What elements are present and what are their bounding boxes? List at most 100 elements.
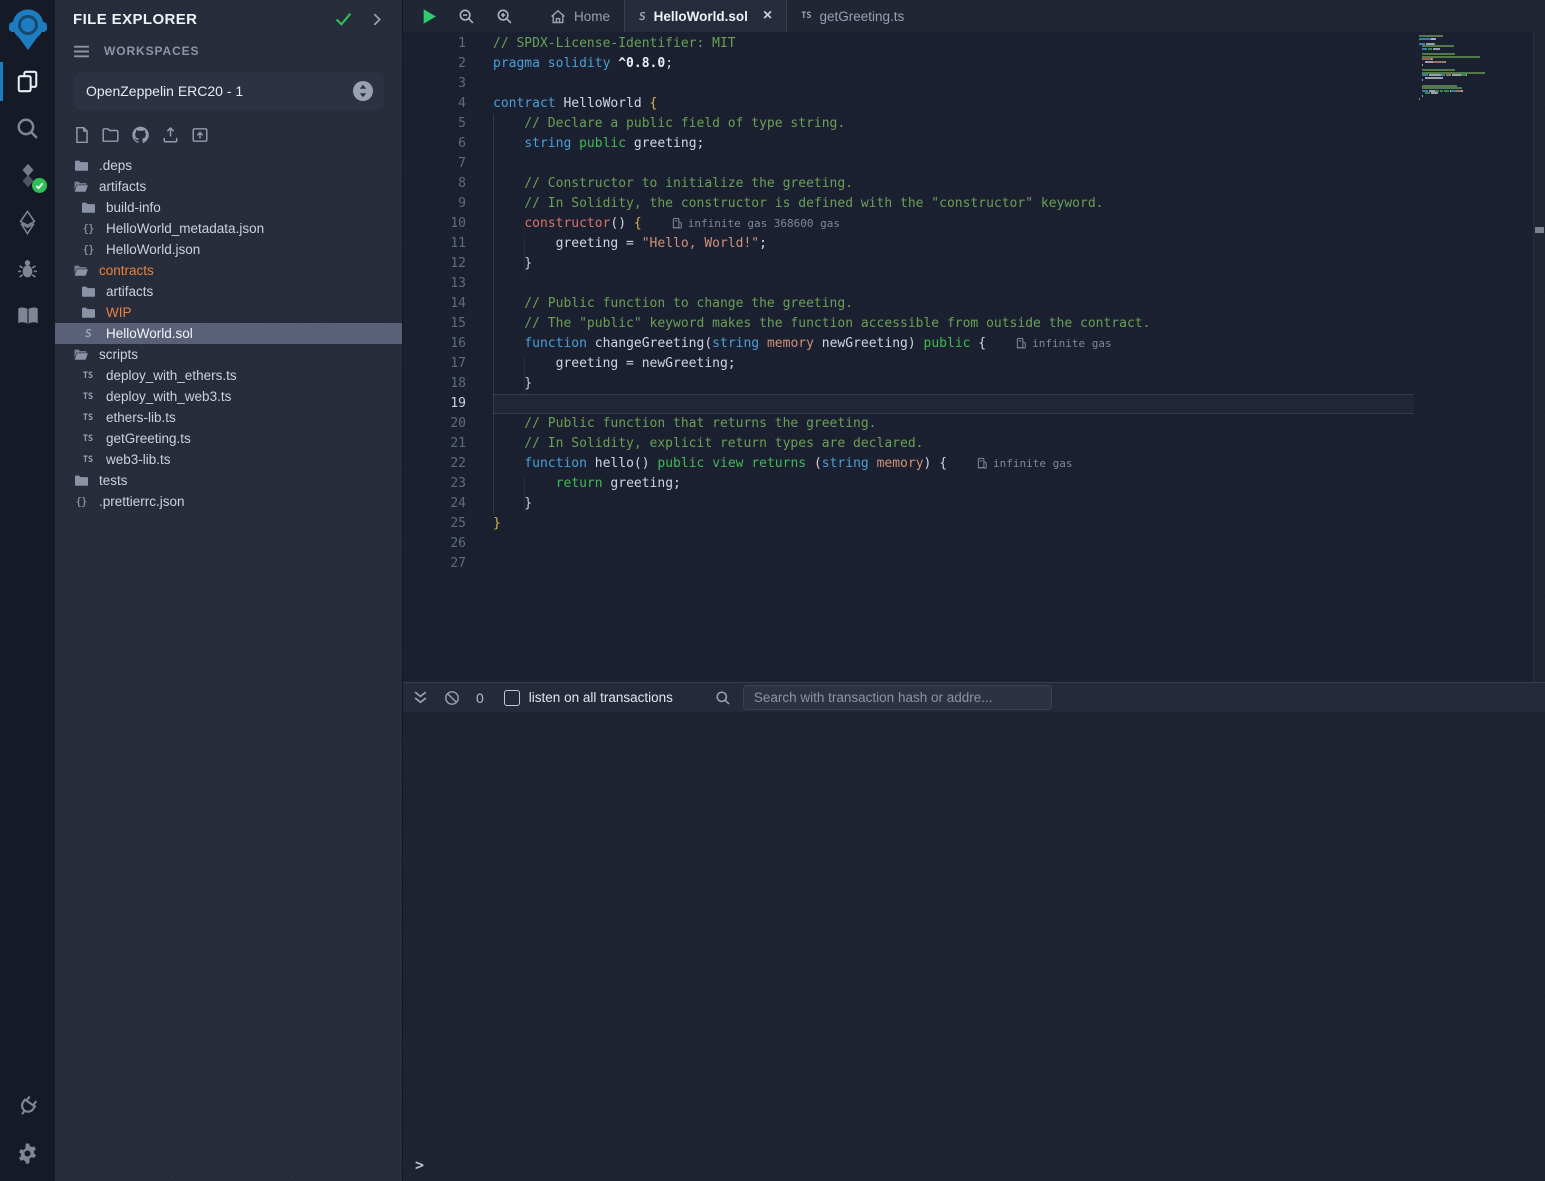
terminal-output[interactable]: > <box>403 712 1545 1181</box>
new-file-icon[interactable] <box>73 126 91 144</box>
tab-getGreeting.ts[interactable]: TSgetGreeting.ts <box>787 0 918 32</box>
line-number[interactable]: 26 <box>403 534 493 554</box>
tree-item-tests[interactable]: tests <box>55 470 402 491</box>
line-number[interactable]: 2 <box>403 54 493 74</box>
tree-item-.deps[interactable]: .deps <box>55 155 402 176</box>
code-line-27[interactable]: 27 <box>403 554 1414 574</box>
tree-item-HelloWorld_metadata.json[interactable]: {}HelloWorld_metadata.json <box>55 218 402 239</box>
github-icon[interactable] <box>130 125 151 145</box>
code-editor[interactable]: 1// SPDX-License-Identifier: MIT2pragma … <box>403 32 1545 682</box>
tree-item-deploy_with_web3.ts[interactable]: TSdeploy_with_web3.ts <box>55 386 402 407</box>
tab-Home[interactable]: Home <box>536 0 624 32</box>
zoom-in-icon[interactable] <box>496 8 513 25</box>
code-line-25[interactable]: 25} <box>403 514 1414 534</box>
tab-HelloWorld.sol[interactable]: SHelloWorld.sol× <box>624 0 787 32</box>
tree-item-artifacts[interactable]: artifacts <box>55 176 402 197</box>
line-number[interactable]: 7 <box>403 154 493 174</box>
code-line-8[interactable]: 8 // Constructor to initialize the greet… <box>403 174 1414 194</box>
search-transactions-input[interactable] <box>743 685 1052 710</box>
code-line-6[interactable]: 6 string public greeting; <box>403 134 1414 154</box>
minimap[interactable] <box>1414 32 1533 682</box>
tree-item-deploy_with_ethers.ts[interactable]: TSdeploy_with_ethers.ts <box>55 365 402 386</box>
code-line-4[interactable]: 4contract HelloWorld { <box>403 94 1414 114</box>
tree-item-ethers-lib.ts[interactable]: TSethers-lib.ts <box>55 407 402 428</box>
line-number[interactable]: 16 <box>403 334 493 354</box>
plugin-manager-button[interactable] <box>0 1083 55 1130</box>
tree-item-.prettierrc.json[interactable]: {}.prettierrc.json <box>55 491 402 512</box>
line-number[interactable]: 21 <box>403 434 493 454</box>
line-number[interactable]: 12 <box>403 254 493 274</box>
tree-item-contracts[interactable]: contracts <box>55 260 402 281</box>
editor-scrollbar[interactable] <box>1533 32 1545 682</box>
search-button[interactable] <box>0 105 55 152</box>
code-line-16[interactable]: 16 function changeGreeting(string memory… <box>403 334 1414 354</box>
close-tab-icon[interactable]: × <box>763 8 772 24</box>
code-line-13[interactable]: 13 <box>403 274 1414 294</box>
scrollbar-thumb[interactable] <box>1535 227 1544 233</box>
tree-item-HelloWorld.sol[interactable]: SHelloWorld.sol <box>55 323 402 344</box>
code-line-23[interactable]: 23 return greeting; <box>403 474 1414 494</box>
code-line-20[interactable]: 20 // Public function that returns the g… <box>403 414 1414 434</box>
line-number[interactable]: 25 <box>403 514 493 534</box>
debugger-button[interactable] <box>0 246 55 293</box>
line-number[interactable]: 18 <box>403 374 493 394</box>
code-line-21[interactable]: 21 // In Solidity, explicit return types… <box>403 434 1414 454</box>
line-number[interactable]: 6 <box>403 134 493 154</box>
line-number[interactable]: 20 <box>403 414 493 434</box>
tree-item-getGreeting.ts[interactable]: TSgetGreeting.ts <box>55 428 402 449</box>
new-folder-icon[interactable] <box>100 126 121 144</box>
code-line-7[interactable]: 7 <box>403 154 1414 174</box>
code-line-22[interactable]: 22 function hello() public view returns … <box>403 454 1414 474</box>
zoom-out-icon[interactable] <box>458 8 475 25</box>
clear-console-icon[interactable] <box>444 690 460 706</box>
line-number[interactable]: 15 <box>403 314 493 334</box>
deploy-and-run-button[interactable] <box>0 199 55 246</box>
solidity-compiler-button[interactable] <box>0 152 55 199</box>
hamburger-menu-icon[interactable] <box>73 45 90 58</box>
code-line-26[interactable]: 26 <box>403 534 1414 554</box>
tree-item-WIP[interactable]: WIP <box>55 302 402 323</box>
code-line-11[interactable]: 11 greeting = "Hello, World!"; <box>403 234 1414 254</box>
code-line-3[interactable]: 3 <box>403 74 1414 94</box>
code-line-14[interactable]: 14 // Public function to change the gree… <box>403 294 1414 314</box>
code-line-12[interactable]: 12 } <box>403 254 1414 274</box>
line-number[interactable]: 14 <box>403 294 493 314</box>
listen-transactions-checkbox[interactable] <box>504 690 520 706</box>
settings-button[interactable] <box>0 1130 55 1177</box>
line-number[interactable]: 11 <box>403 234 493 254</box>
line-number[interactable]: 10 <box>403 214 493 234</box>
line-number[interactable]: 27 <box>403 554 493 574</box>
tree-item-scripts[interactable]: scripts <box>55 344 402 365</box>
code-line-19[interactable]: 19 <box>403 394 1414 414</box>
learneth-button[interactable] <box>0 293 55 340</box>
line-number[interactable]: 17 <box>403 354 493 374</box>
remix-logo-button[interactable] <box>0 0 55 58</box>
line-number[interactable]: 13 <box>403 274 493 294</box>
code-line-15[interactable]: 15 // The "public" keyword makes the fun… <box>403 314 1414 334</box>
line-number[interactable]: 9 <box>403 194 493 214</box>
tree-item-web3-lib.ts[interactable]: TSweb3-lib.ts <box>55 449 402 470</box>
line-number[interactable]: 23 <box>403 474 493 494</box>
code-line-5[interactable]: 5 // Declare a public field of type stri… <box>403 114 1414 134</box>
line-number[interactable]: 3 <box>403 74 493 94</box>
line-number[interactable]: 19 <box>403 394 493 414</box>
code-line-2[interactable]: 2pragma solidity ^0.8.0; <box>403 54 1414 74</box>
code-line-9[interactable]: 9 // In Solidity, the constructor is def… <box>403 194 1414 214</box>
line-number[interactable]: 24 <box>403 494 493 514</box>
code-line-18[interactable]: 18 } <box>403 374 1414 394</box>
tree-item-build-info[interactable]: build-info <box>55 197 402 218</box>
chevron-right-icon[interactable] <box>372 13 382 26</box>
line-number[interactable]: 22 <box>403 454 493 474</box>
line-number[interactable]: 5 <box>403 114 493 134</box>
code-line-10[interactable]: 10 constructor() {infinite gas 368600 ga… <box>403 214 1414 234</box>
file-explorer-button[interactable] <box>0 58 55 105</box>
check-icon[interactable] <box>335 12 352 26</box>
tree-item-artifacts[interactable]: artifacts <box>55 281 402 302</box>
upload-folder-icon[interactable] <box>190 126 210 144</box>
upload-file-icon[interactable] <box>160 126 181 144</box>
code-line-17[interactable]: 17 greeting = newGreeting; <box>403 354 1414 374</box>
workspace-select[interactable]: OpenZeppelin ERC20 - 1 <box>73 72 384 110</box>
run-script-button[interactable] <box>422 8 437 25</box>
code-line-24[interactable]: 24 } <box>403 494 1414 514</box>
code-line-1[interactable]: 1// SPDX-License-Identifier: MIT <box>403 34 1414 54</box>
